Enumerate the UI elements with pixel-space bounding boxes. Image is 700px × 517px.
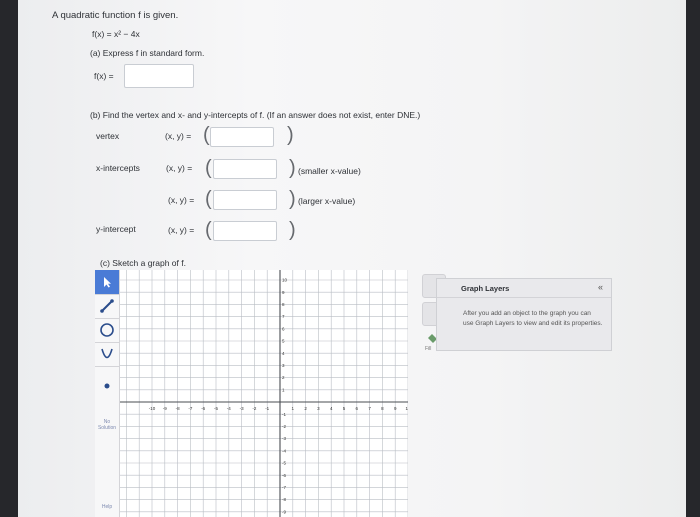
parabola-tool[interactable] (95, 342, 119, 367)
y-tick-label: -6 (282, 473, 286, 478)
no-solution-button[interactable]: No Solution (95, 410, 119, 440)
y-tick-label: -9 (282, 509, 286, 514)
y-int-xy-label: (x, y) = (168, 225, 195, 235)
arrow-icon (104, 277, 111, 288)
close-paren: ) (289, 188, 296, 210)
graph-canvas[interactable]: -10-9-8-7-6-5-4-3-2-112345678910 1098765… (120, 270, 408, 517)
y-tick-label: -7 (282, 485, 286, 490)
x-int1-xy-label: (x, y) = (166, 163, 193, 173)
x-intercept-smaller-input[interactable] (213, 159, 277, 179)
vertex-label: vertex (96, 131, 120, 141)
point-tool[interactable] (95, 366, 119, 406)
graph-layers-help-text: After you add an object to the graph you… (463, 310, 603, 327)
part-a-prompt: (a) Express f in standard form. (90, 48, 205, 58)
x-int2-xy-label: (x, y) = (168, 195, 195, 205)
pointer-tool[interactable] (95, 270, 119, 295)
line-tool[interactable] (95, 294, 119, 319)
standard-form-input[interactable] (124, 64, 194, 88)
y-tick-label: -4 (282, 448, 286, 453)
open-paren: ( (205, 157, 212, 179)
smaller-x-note: (smaller x-value) (298, 166, 361, 176)
larger-x-note: (larger x-value) (298, 196, 356, 206)
x-tick-label: -3 (240, 406, 244, 411)
fx-label: f(x) = (94, 71, 114, 81)
graph-background (120, 270, 408, 517)
x-tick-label: -7 (188, 406, 192, 411)
y-tick-label: -5 (282, 461, 286, 466)
y-tick-label: 10 (282, 278, 288, 283)
graph-layers-header[interactable]: Graph Layers « (437, 279, 611, 298)
x-tick-label: 10 (405, 406, 408, 411)
y-tick-label: -8 (282, 497, 286, 502)
graph-layers-panel: Graph Layers « After you add an object t… (436, 278, 612, 351)
circle-icon (100, 323, 114, 337)
collapse-icon[interactable]: « (598, 282, 603, 292)
function-expression: f(x) = x² − 4x (92, 29, 140, 39)
close-paren: ) (289, 157, 296, 179)
close-paren: ) (287, 124, 294, 146)
help-button[interactable]: Help (95, 498, 119, 516)
x-tick-label: -5 (214, 406, 218, 411)
open-paren: ( (205, 188, 212, 210)
close-paren: ) (289, 219, 296, 241)
open-paren: ( (203, 124, 210, 146)
y-intercept-label: y-intercept (96, 224, 136, 234)
no-solution-label: No Solution (97, 419, 117, 431)
y-tick-label: -1 (282, 412, 286, 417)
question-intro: A quadratic function f is given. (52, 10, 179, 21)
y-tick-label: -2 (282, 424, 286, 429)
x-tick-label: -4 (227, 406, 231, 411)
x-intercepts-label: x-intercepts (96, 163, 140, 173)
graph-toolbar: No Solution Help (95, 270, 120, 517)
fill-label: Fill (425, 346, 432, 352)
x-tick-label: -1 (265, 406, 269, 411)
point-icon (104, 383, 110, 389)
open-paren: ( (205, 219, 212, 241)
x-tick-label: -8 (176, 406, 180, 411)
x-tick-label: -9 (163, 406, 167, 411)
part-b-prompt: (b) Find the vertex and x- and y-interce… (90, 110, 421, 120)
part-c-prompt: (c) Sketch a graph of f. (100, 258, 186, 268)
graph-layers-title: Graph Layers (461, 284, 510, 293)
x-tick-label: -2 (252, 406, 256, 411)
y-intercept-input[interactable] (213, 221, 277, 241)
x-tick-label: -6 (201, 406, 205, 411)
vertex-input[interactable] (210, 127, 274, 147)
vertex-xy-label: (x, y) = (165, 131, 192, 141)
x-intercept-larger-input[interactable] (213, 190, 277, 210)
parabola-icon (101, 348, 113, 359)
x-tick-label: -10 (149, 406, 156, 411)
circle-tool[interactable] (95, 318, 119, 343)
line-icon (100, 299, 114, 313)
help-label: Help (101, 504, 113, 510)
y-tick-label: -3 (282, 436, 286, 441)
